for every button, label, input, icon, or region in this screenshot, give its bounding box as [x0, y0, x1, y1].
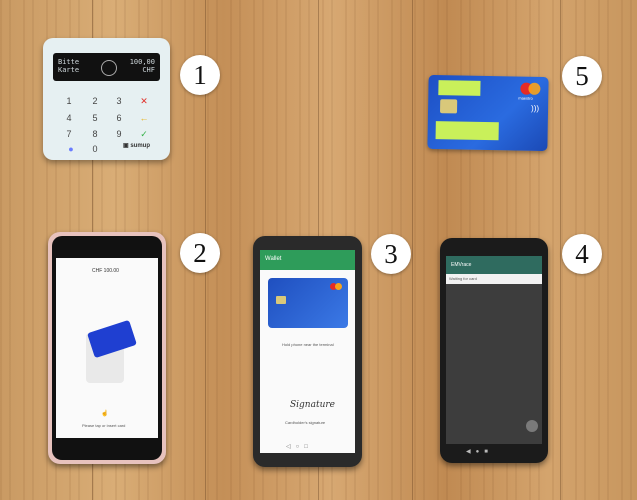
emv-status: Waiting for card: [449, 276, 477, 281]
signature-scribble: Signature: [290, 400, 336, 410]
card-chip-icon: [276, 296, 286, 304]
terminal-key: 2: [92, 96, 98, 106]
wood-plank-seam: [560, 0, 561, 500]
phone-4: EMVrace Waiting for card ◀ ● ■: [440, 238, 548, 463]
terminal-key: 0: [92, 144, 98, 154]
card-masking-sticker: [438, 80, 481, 96]
wood-plank-seam: [412, 0, 413, 500]
emv-title: EMVrace: [451, 262, 472, 268]
label-badge-2: 2: [180, 233, 220, 273]
tap-or-insert-prompt: Please tap or insert card: [82, 423, 126, 428]
phone-3: Wallet Hold phone near the terminal Sign…: [253, 236, 362, 467]
wallet-app-bar: Wallet: [260, 250, 355, 270]
phone-2-screen: CHF 100.00 ☝ Please tap or insert card: [56, 258, 158, 438]
wallet-card: [268, 278, 348, 328]
card-chip-icon: [439, 99, 458, 114]
phone-3-screen: Wallet Hold phone near the terminal Sign…: [260, 250, 355, 453]
terminal-display: Bitte Karte 100,00 CHF: [53, 53, 160, 81]
phone-4-screen: EMVrace Waiting for card: [446, 256, 542, 444]
terminal-key: 1: [66, 96, 72, 106]
label-badge-4: 4: [562, 234, 602, 274]
card-brand: maestro: [518, 95, 533, 101]
terminal-display-amount: 100,00 CHF: [129, 58, 155, 74]
card-masking-sticker: [435, 121, 499, 141]
android-nav-icon: ◁ ○ □: [286, 444, 308, 450]
contactless-icon: ))): [531, 103, 540, 113]
power-led-icon: ●: [68, 144, 74, 154]
emv-app-bar: EMVrace: [446, 256, 542, 274]
terminal-display-prompt: Bitte Karte: [58, 58, 80, 74]
terminal-key: 4: [66, 113, 72, 123]
cancel-key-icon: ✕: [140, 96, 148, 106]
terminal-key: 5: [92, 113, 98, 123]
label-badge-3: 3: [371, 234, 411, 274]
correction-key-icon: ←: [139, 113, 149, 123]
tap-icon: ☝: [101, 411, 109, 417]
wallet-title: Wallet: [265, 256, 282, 262]
sumup-logo: ▣ sumup: [123, 143, 151, 149]
payment-amount: CHF 100.00: [92, 268, 119, 274]
label-badge-5: 5: [562, 56, 602, 96]
android-nav-icon: ◀ ● ■: [466, 449, 488, 455]
terminal-key: 9: [116, 129, 122, 139]
contactless-icon: [101, 60, 117, 76]
confirm-key-icon: ✓: [140, 129, 148, 139]
card-illustration: [87, 319, 137, 359]
maestro-logo-icon: [335, 283, 342, 290]
card-terminal: Bitte Karte 100,00 CHF 1 2 3 ✕ 4 5 6 ← 7…: [43, 38, 170, 160]
signature-caption: Cardholder's signature: [285, 420, 326, 425]
terminal-key: 8: [92, 129, 98, 139]
emv-status-row: Waiting for card: [446, 274, 542, 284]
terminal-key: 6: [116, 113, 122, 123]
maestro-logo-icon: [528, 82, 541, 95]
label-badge-1: 1: [180, 55, 220, 95]
payment-card: maestro ))): [427, 74, 549, 152]
phone-2: CHF 100.00 ☝ Please tap or insert card: [48, 232, 166, 464]
terminal-key: 7: [66, 129, 72, 139]
terminal-key: 3: [116, 96, 122, 106]
floating-action-button: [526, 420, 538, 432]
wallet-hint: Hold phone near the terminal: [282, 342, 334, 347]
